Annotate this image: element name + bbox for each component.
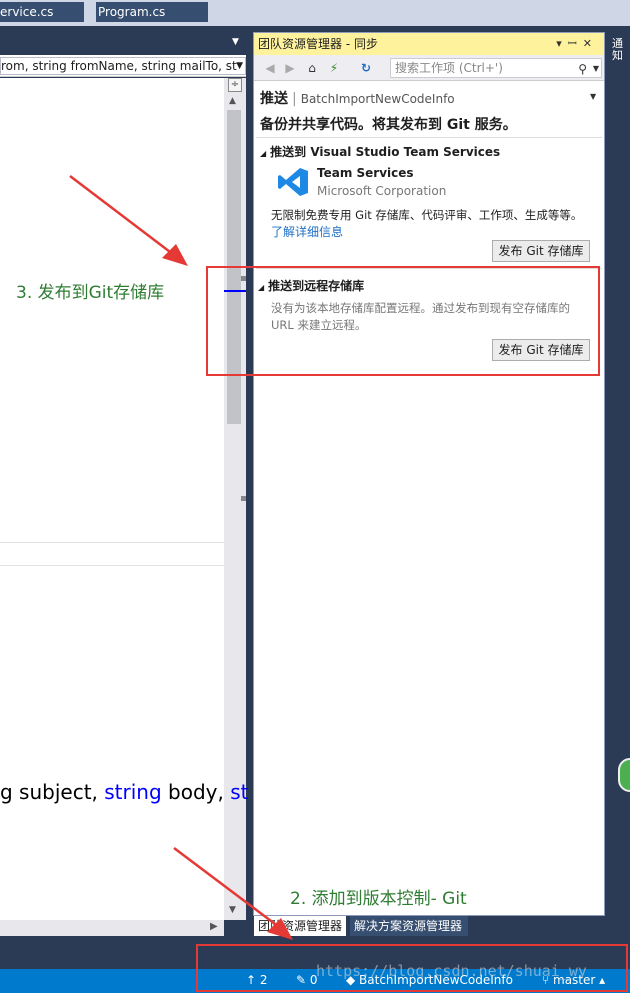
arrow-to-remote-section [69,175,179,259]
annotation-arrows [69,175,293,940]
arrow-to-statusbar [173,847,284,931]
